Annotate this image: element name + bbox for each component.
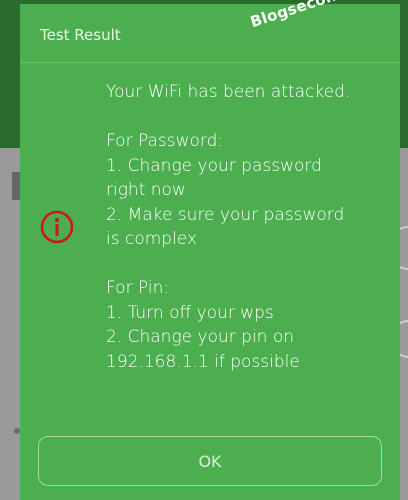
- password-step: 2. Make sure your password: [106, 204, 345, 225]
- password-step: is complex: [106, 229, 198, 249]
- password-step: right now: [106, 180, 186, 200]
- ok-button[interactable]: OK: [38, 436, 382, 486]
- result-message: Your WiFi has been attacked. For Passwor…: [106, 80, 396, 374]
- pin-step: 1. Turn off your wps: [106, 302, 274, 323]
- message-headline: Your WiFi has been attacked.: [106, 82, 351, 102]
- test-result-dialog: Test Result Blogsecond.com Your WiFi has…: [20, 0, 400, 500]
- alert-info-icon: [40, 210, 74, 244]
- dialog-title: Test Result: [40, 26, 121, 44]
- pin-step: 2. Change your pin on: [106, 327, 295, 347]
- password-step: 1. Change your password: [106, 155, 322, 176]
- pin-heading: For Pin:: [106, 278, 170, 298]
- password-heading: For Password:: [106, 131, 224, 151]
- pin-step: 192.168.1.1 if possible: [106, 351, 300, 372]
- dialog-title-bar: Test Result: [20, 4, 400, 63]
